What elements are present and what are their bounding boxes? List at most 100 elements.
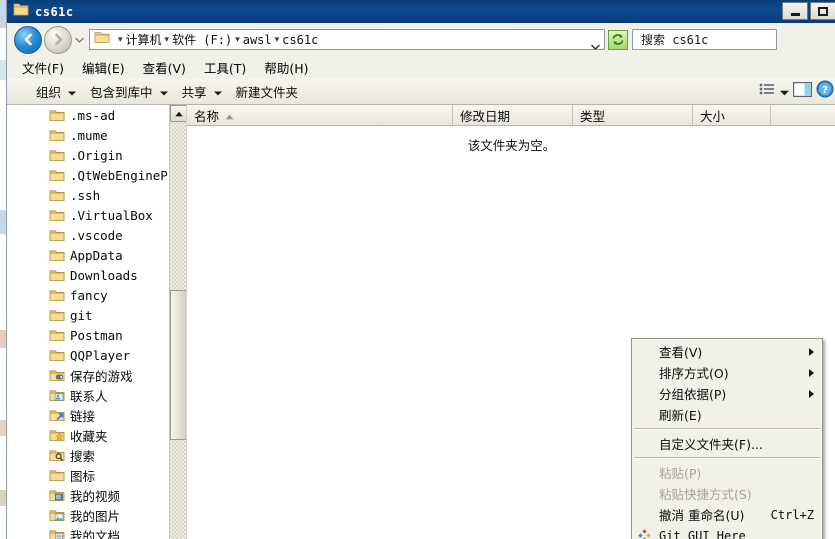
minimize-icon [790,12,800,16]
chevron-down-icon [159,84,168,99]
ctx-undo-rename[interactable]: 撤消 重命名(U) Ctrl+Z [632,504,822,525]
refresh-button[interactable] [608,29,628,50]
tree-item-label: fancy [70,287,108,303]
tree-item[interactable]: .VirtualBox [7,205,163,225]
navigation-pane-scrollbar[interactable] [169,105,186,539]
view-mode-icon[interactable] [759,82,776,101]
column-spare[interactable] [771,105,835,125]
submenu-arrow-icon [809,347,814,356]
toolbar-share-label: 共享 [181,84,207,100]
column-size[interactable]: 大小 [693,105,771,125]
toolbar-include-in-library[interactable]: 包含到库中 [83,80,175,103]
column-date-modified[interactable]: 修改日期 [453,105,573,125]
toolbar-organize-label: 组织 [36,84,62,100]
videos-folder-icon [49,488,65,502]
tree-item[interactable]: .Origin [7,145,163,165]
tree-item[interactable]: .QtWebEnginePro [7,165,183,185]
scroll-up-button[interactable] [170,105,186,122]
menu-file[interactable]: 文件(F) [13,56,73,79]
tree-item[interactable]: fancy [7,285,163,305]
column-name[interactable]: 名称 [187,105,453,125]
help-icon[interactable]: ? [816,80,834,103]
breadcrumb-item[interactable]: cs61c [282,33,318,47]
scroll-up-icon [174,111,183,116]
ctx-customize-folder[interactable]: 自定义文件夹(F)... [632,433,822,454]
chevron-down-icon[interactable] [780,83,789,101]
content-area: .ms-ad .mume .Origin .QtWebEnginePro .ssh .Vi… [7,105,835,539]
toolbar-new-folder-label: 新建文件夹 [235,84,299,100]
tree-item[interactable]: 收藏夹 [7,425,163,445]
context-menu: 查看(V) 排序方式(O) 分组依据(P) 刷新(E) 自定义文件夹(F)... 粘贴(P… [631,338,823,539]
search-input[interactable]: 搜索 cs61c [641,31,708,48]
ctx-git-gui-here-label: Git GUI Here [659,528,746,539]
tree-item[interactable]: .vscode [7,225,163,245]
folder-icon [49,268,65,282]
searches-folder-icon [49,448,65,462]
tree-item[interactable]: QQPlayer [7,345,163,365]
tree-item[interactable]: 搜索 [7,445,163,465]
folder-tree: .ms-ad .mume .Origin .QtWebEnginePro .ssh .Vi… [7,105,183,539]
breadcrumb-separator: ▾ [274,34,280,44]
maximize-button[interactable] [810,2,835,20]
back-button[interactable] [14,25,42,54]
menu-edit[interactable]: 编辑(E) [73,56,134,79]
tree-item[interactable]: Downloads [7,265,163,285]
tree-item-label: git [70,307,93,323]
saved-games-folder-icon [49,368,65,382]
address-bar[interactable]: ▾ 计算机 ▾ 软件 (F:) ▾ awsl ▾ cs61c [89,29,605,50]
tree-item[interactable]: 保存的游戏 [7,365,163,385]
tree-item-label: 链接 [70,408,96,424]
submenu-arrow-icon [809,389,814,398]
ctx-view[interactable]: 查看(V) [632,341,822,362]
folder-icon [49,308,65,322]
breadcrumb-item[interactable]: awsl [243,33,272,47]
folder-icon [49,168,65,182]
tree-item[interactable]: 我的文档 [7,525,163,539]
links-folder-icon [49,408,65,422]
tree-item[interactable]: 链接 [7,405,163,425]
tree-item[interactable]: 图标 [7,465,163,485]
tree-item-label: 搜索 [70,448,96,464]
tree-item-label: .vscode [70,227,123,243]
tree-item[interactable]: 联系人 [7,385,163,405]
menu-tools[interactable]: 工具(T) [195,56,255,79]
menu-view[interactable]: 查看(V) [134,56,195,79]
tree-item[interactable]: .ms-ad [7,105,163,125]
forward-button[interactable] [44,25,72,54]
recent-pages-button[interactable] [72,29,86,51]
tree-item[interactable]: .mume [7,125,163,145]
breadcrumb-item[interactable]: 软件 (F:) [172,31,232,48]
tree-item[interactable]: AppData [7,245,163,265]
tree-item[interactable]: 我的图片 [7,505,163,525]
tree-item[interactable]: .ssh [7,185,163,205]
tree-item[interactable]: 我的视频 [7,485,163,505]
search-box[interactable]: 搜索 cs61c [632,29,777,50]
ctx-sort-by[interactable]: 排序方式(O) [632,362,822,383]
breadcrumb-separator: ▾ [164,34,170,44]
title-bar[interactable]: cs61c [7,0,835,23]
svg-text:?: ? [822,85,828,96]
chevron-down-icon [68,84,77,99]
folder-icon [49,128,65,142]
tree-item-label: .Origin [70,147,123,163]
scrollbar-thumb[interactable] [170,290,186,440]
column-type[interactable]: 类型 [573,105,693,125]
preview-pane-icon[interactable] [793,81,812,102]
toolbar-organize[interactable]: 组织 [29,80,83,103]
folder-icon [49,208,65,222]
breadcrumb-separator: ▾ [118,34,123,44]
toolbar-new-folder[interactable]: 新建文件夹 [229,80,306,103]
ctx-refresh[interactable]: 刷新(E) [632,404,822,425]
ctx-git-gui-here[interactable]: Git GUI Here [632,525,822,539]
ctx-group-by[interactable]: 分组依据(P) [632,383,822,404]
documents-folder-icon [49,528,65,539]
tree-item-label: QQPlayer [70,347,131,363]
tree-item[interactable]: Postman [7,325,163,345]
address-dropdown-button[interactable] [591,37,600,55]
breadcrumb-item[interactable]: 计算机 [126,31,162,48]
menu-help[interactable]: 帮助(H) [255,56,317,79]
minimize-button[interactable] [782,2,808,20]
toolbar-share[interactable]: 共享 [175,80,229,103]
tree-item[interactable]: git [7,305,163,325]
ctx-paste-shortcut: 粘贴快捷方式(S) [632,483,822,504]
